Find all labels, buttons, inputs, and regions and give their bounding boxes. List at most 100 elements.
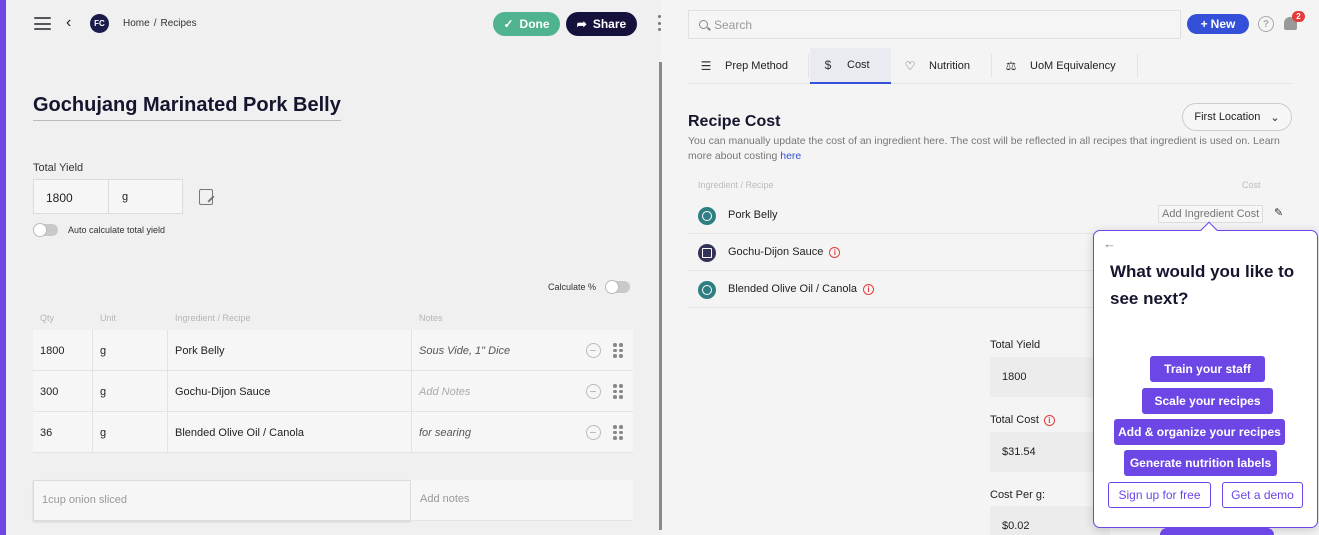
location-select[interactable]: First Location ⌄: [1182, 103, 1292, 131]
cost-per-stat-value: $0.02: [990, 506, 1110, 535]
total-yield-stat-label: Total Yield: [990, 339, 1040, 351]
auto-calc-toggle[interactable]: [33, 223, 58, 237]
total-yield-field: 1800 g: [33, 179, 183, 214]
pencil-icon[interactable]: ✎: [1274, 206, 1283, 219]
done-button[interactable]: ✓ Done: [493, 12, 560, 36]
ingredient-icon: [698, 281, 716, 299]
ingredient-name[interactable]: Blended Olive Oil / Canola: [175, 412, 304, 453]
tab-nutrition[interactable]: ♡ Nutrition: [892, 48, 992, 84]
ingredient-row[interactable]: 300 g Gochu-Dijon Sauce Add Notes: [33, 371, 633, 412]
ingredient-unit[interactable]: g: [100, 412, 106, 453]
tab-uom-equivalency[interactable]: ⚖ UoM Equivalency: [993, 48, 1138, 84]
next-steps-popup: ← What would you like to see next? Train…: [1093, 221, 1318, 528]
avatar[interactable]: FC: [90, 14, 109, 33]
remove-row-icon[interactable]: [586, 425, 601, 440]
stat-label-text: Total Cost: [990, 414, 1039, 426]
notification-badge: 2: [1292, 11, 1305, 22]
menu-icon[interactable]: [34, 17, 51, 30]
recipe-cost-title: Recipe Cost: [688, 113, 781, 130]
search-input[interactable]: Search: [688, 10, 1181, 39]
col-notes-header: Notes: [419, 313, 443, 323]
ingredient-icon: [698, 207, 716, 225]
ingredient-row[interactable]: 36 g Blended Olive Oil / Canola for sear…: [33, 412, 633, 453]
cost-col-cost-header: Cost: [1242, 180, 1261, 190]
popup-heading: What would you like to see next?: [1110, 262, 1295, 308]
pane-resize-handle[interactable]: [659, 62, 662, 530]
total-yield-label: Total Yield: [33, 162, 84, 174]
cost-per-stat-label: Cost Per g:: [990, 489, 1045, 501]
costing-help-link[interactable]: here: [780, 150, 801, 162]
breadcrumb: Home / Recipes: [123, 18, 197, 29]
tab-prep-method[interactable]: ☰ Prep Method: [688, 48, 809, 84]
breadcrumb-recipes[interactable]: Recipes: [160, 18, 196, 29]
col-ingredient-header: Ingredient / Recipe: [175, 313, 251, 323]
tab-cost[interactable]: $ Cost: [810, 48, 891, 84]
total-cost-info-icon[interactable]: i: [1043, 414, 1055, 426]
ingredient-notes[interactable]: Add Notes: [419, 371, 470, 412]
train-staff-button[interactable]: Train your staff: [1150, 356, 1265, 382]
share-button[interactable]: ➦ Share: [566, 12, 637, 36]
breadcrumb-separator: /: [153, 18, 157, 29]
calc-percent-toggle[interactable]: [605, 280, 630, 294]
tab-label: Nutrition: [929, 60, 970, 72]
ingredient-qty[interactable]: 1800: [40, 330, 64, 371]
dollar-icon: $: [824, 58, 832, 72]
drag-handle-icon[interactable]: [613, 425, 623, 440]
new-notes-input[interactable]: Add notes: [411, 480, 633, 521]
ingredient-unit[interactable]: g: [100, 330, 106, 371]
cost-item-name: Blended Olive Oil / Canola: [728, 283, 858, 295]
ingredient-name[interactable]: Pork Belly: [175, 330, 225, 371]
check-icon: ✓: [503, 17, 514, 31]
chevron-down-icon: ⌄: [1270, 111, 1280, 124]
auto-calc-label: Auto calculate total yield: [68, 225, 166, 235]
signup-button[interactable]: Sign up for free: [1108, 482, 1211, 508]
cost-col-ingredient-header: Ingredient / Recipe: [698, 180, 774, 190]
ingredient-qty[interactable]: 36: [40, 412, 52, 453]
organize-recipes-button[interactable]: Add & organize your recipes: [1114, 419, 1285, 445]
new-button[interactable]: + New: [1187, 14, 1249, 34]
ingredient-unit[interactable]: g: [100, 371, 106, 412]
remove-row-icon[interactable]: [586, 384, 601, 399]
ingredient-notes[interactable]: for searing: [419, 412, 471, 453]
drag-handle-icon[interactable]: [613, 384, 623, 399]
plus-icon: +: [1200, 17, 1208, 31]
edit-yield-icon[interactable]: [199, 189, 213, 205]
more-options-icon[interactable]: [656, 15, 662, 31]
add-ingredient-cost-input[interactable]: Add Ingredient Cost: [1158, 205, 1264, 223]
scale-icon: ⚖: [1005, 59, 1017, 73]
ingredient-qty[interactable]: 300: [40, 371, 58, 412]
warning-info-icon[interactable]: i: [863, 283, 875, 295]
stat-label-text: Cost Per g:: [990, 489, 1046, 501]
breadcrumb-home[interactable]: Home: [123, 18, 150, 29]
total-yield-stat-input[interactable]: 1800: [990, 357, 1110, 397]
stat-label-text: Total Yield: [990, 339, 1041, 351]
back-arrow-icon[interactable]: ←: [1103, 236, 1116, 251]
recipe-title[interactable]: Gochujang Marinated Pork Belly: [33, 94, 341, 121]
nutrition-labels-button[interactable]: Generate nutrition labels: [1124, 450, 1277, 476]
warning-info-icon[interactable]: i: [829, 246, 841, 258]
new-label: New: [1210, 17, 1236, 31]
total-cost-stat-value: $31.54: [990, 432, 1110, 472]
get-demo-button[interactable]: Get a demo: [1222, 482, 1303, 508]
scale-recipes-button[interactable]: Scale your recipes: [1142, 388, 1273, 414]
drag-handle-icon[interactable]: [613, 343, 623, 358]
share-arrow-icon: ➦: [576, 17, 587, 31]
yield-qty-input[interactable]: 1800: [34, 180, 109, 213]
ingredient-row[interactable]: 1800 g Pork Belly Sous Vide, 1" Dice: [33, 330, 633, 371]
remove-row-icon[interactable]: [586, 343, 601, 358]
back-chevron-icon[interactable]: ‹: [66, 14, 71, 32]
total-cost-stat-label: Total Cost i: [990, 414, 1055, 426]
description-text: You can manually update the cost of an i…: [688, 135, 1280, 162]
floating-action-peek[interactable]: [1160, 528, 1274, 535]
yield-unit-select[interactable]: g: [109, 180, 141, 213]
tab-label: Cost: [847, 59, 870, 71]
heart-icon: ♡: [904, 59, 916, 73]
calc-percent-label: Calculate %: [548, 282, 597, 292]
ingredient-notes[interactable]: Sous Vide, 1" Dice: [419, 330, 510, 371]
ingredient-name[interactable]: Gochu-Dijon Sauce: [175, 371, 270, 412]
new-ingredient-input[interactable]: 1cup onion sliced: [33, 480, 411, 521]
search-icon: [699, 20, 708, 29]
list-icon: ☰: [700, 59, 712, 73]
help-icon[interactable]: ?: [1258, 16, 1274, 32]
search-placeholder: Search: [714, 17, 753, 32]
